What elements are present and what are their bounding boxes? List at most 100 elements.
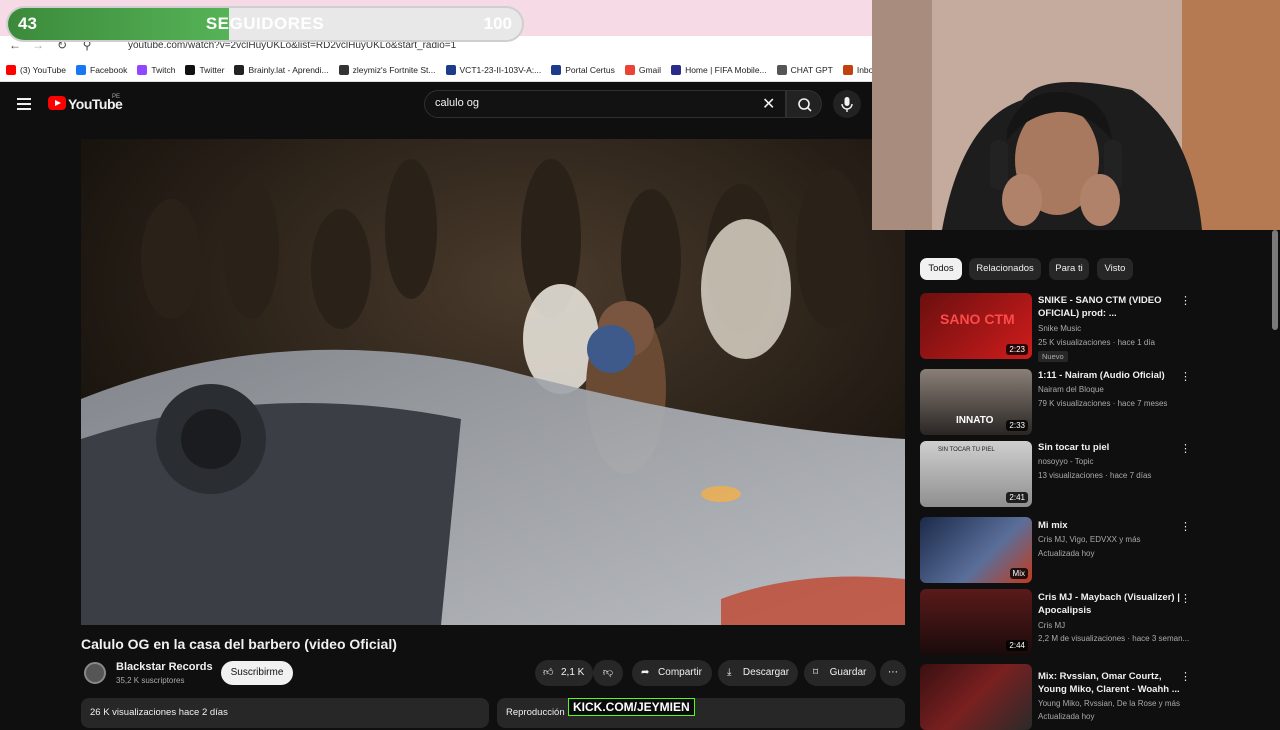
bookmark-label: CHAT GPT xyxy=(790,64,833,75)
download-icon: ⤓ xyxy=(727,667,732,678)
thumbnail-text: SANO CTM xyxy=(940,311,1015,327)
bookmark-item[interactable]: Inbox | Dc xyxy=(842,64,872,75)
voice-search-button[interactable] xyxy=(833,90,861,118)
more-vert-icon[interactable]: ⋮ xyxy=(1180,370,1191,383)
more-actions-button[interactable]: ⋯ xyxy=(880,660,906,686)
share-button[interactable]: ➦ Compartir xyxy=(632,660,712,686)
bookmark-item[interactable]: Facebook xyxy=(76,64,127,75)
kick-overlay: KICK.COM/JEYMIEN xyxy=(568,698,695,716)
more-icon: ⋯ xyxy=(888,667,898,678)
chip-visto[interactable]: Visto xyxy=(1097,258,1133,280)
menu-icon[interactable] xyxy=(17,98,31,110)
save-button[interactable]: ⌑ Guardar xyxy=(804,660,876,686)
related-thumbnail[interactable]: 2:44 xyxy=(920,589,1032,655)
bookmark-favicon-icon xyxy=(338,64,349,75)
bookmark-item[interactable]: Home | FIFA Mobile... xyxy=(671,64,767,75)
follower-count: 43 xyxy=(18,14,37,33)
related-title[interactable]: Cris MJ - Maybach (Visualizer) | Apocali… xyxy=(1038,591,1188,617)
sidebar-scrollbar[interactable] xyxy=(1272,230,1278,330)
related-thumbnail[interactable] xyxy=(920,664,1032,730)
share-label: Compartir xyxy=(658,667,702,678)
bookmark-item[interactable]: (3) YouTube xyxy=(6,64,66,75)
related-thumbnail[interactable]: Mix xyxy=(920,517,1032,583)
video-title: Calulo OG en la casa del barbero (video … xyxy=(81,636,397,652)
related-channel[interactable]: nosoyyo - Topic xyxy=(1038,457,1093,466)
views-and-date: 26 K visualizaciones hace 2 días xyxy=(90,707,228,718)
video-duration: Mix xyxy=(1009,568,1028,579)
related-channel[interactable]: Nairam del Bloque xyxy=(1038,385,1104,394)
related-meta: 79 K visualizaciones · hace 7 meses xyxy=(1038,399,1168,408)
like-icon: 👍︎ xyxy=(543,667,554,678)
webcam-image xyxy=(872,0,1280,230)
bookmark-label: Inbox | Dc xyxy=(856,64,872,75)
related-meta: 25 K visualizaciones · hace 1 día xyxy=(1038,338,1155,347)
related-title[interactable]: Mi mix xyxy=(1038,519,1188,532)
dislike-button[interactable]: 👎︎ xyxy=(593,660,623,686)
bookmark-item[interactable]: Brainly.lat - Aprendi... xyxy=(234,64,329,75)
search-icon xyxy=(798,98,812,112)
related-channel[interactable]: Cris MJ xyxy=(1038,621,1065,630)
bookmark-label: zleymiz's Fortnite St... xyxy=(352,64,436,75)
more-vert-icon[interactable]: ⋮ xyxy=(1180,592,1191,605)
save-label: Guardar xyxy=(829,667,867,678)
video-duration: 2:23 xyxy=(1006,344,1028,355)
bookmark-item[interactable]: Gmail xyxy=(624,64,661,75)
bookmark-favicon-icon xyxy=(776,64,787,75)
chip-relacionados[interactable]: Relacionados xyxy=(969,258,1041,280)
more-vert-icon[interactable]: ⋮ xyxy=(1180,520,1191,533)
related-channel[interactable]: Cris MJ, Vigo, EDVXX y más xyxy=(1038,535,1141,544)
bookmark-label: Portal Certus xyxy=(565,64,615,75)
bookmark-favicon-icon xyxy=(137,64,148,75)
chip-para-ti[interactable]: Para ti xyxy=(1049,258,1089,280)
related-title[interactable]: Mix: Rvssian, Omar Courtz, Young Miko, C… xyxy=(1038,670,1188,696)
follower-goal-bar: SEGUIDORES 43 100 xyxy=(6,6,524,42)
bookmark-favicon-icon xyxy=(76,64,86,75)
video-player[interactable] xyxy=(81,139,905,625)
youtube-logo-icon[interactable] xyxy=(48,96,66,110)
bookmark-item[interactable]: Portal Certus xyxy=(551,64,615,75)
bookmark-item[interactable]: CHAT GPT xyxy=(776,64,833,75)
video-frame xyxy=(81,139,905,625)
like-button[interactable]: 👍︎ 2,1 K xyxy=(535,660,593,686)
search-value[interactable]: calulo og xyxy=(435,97,479,109)
search-button[interactable] xyxy=(786,90,822,118)
related-thumbnail[interactable]: INNATO 2:33 xyxy=(920,369,1032,435)
chip-todos[interactable]: Todos xyxy=(920,258,962,280)
bookmark-item[interactable]: zleymiz's Fortnite St... xyxy=(338,64,436,75)
related-title[interactable]: SNIKE - SANO CTM (VIDEO OFICIAL) prod: .… xyxy=(1038,294,1188,320)
related-title[interactable]: 1:11 - Nairam (Audio Oficial) xyxy=(1038,369,1188,382)
related-thumbnail[interactable]: SIN TOCAR TU PIEL 2:41 xyxy=(920,441,1032,507)
download-button[interactable]: ⤓ Descargar xyxy=(718,660,798,686)
bookmark-item[interactable]: VCT1-23-II-103V-A:... xyxy=(445,64,541,75)
follower-goal: 100 xyxy=(483,14,512,33)
subscribe-button[interactable]: Suscribirme xyxy=(221,661,293,685)
comments-preview: Reproducción xyxy=(506,707,565,718)
video-duration: 2:41 xyxy=(1006,492,1028,503)
bookmarks-bar: (3) YouTube Facebook Twitch Twitter Brainly.… xyxy=(0,58,872,82)
video-duration: 2:44 xyxy=(1006,640,1028,651)
more-vert-icon[interactable]: ⋮ xyxy=(1180,442,1191,455)
clear-search-icon[interactable]: ✕ xyxy=(762,94,775,114)
thumbnail-text: INNATO xyxy=(956,415,994,426)
country-code: PE xyxy=(112,94,121,100)
related-meta: 2,2 M de visualizaciones · hace 3 seman.… xyxy=(1038,634,1190,643)
bookmark-item[interactable]: Twitter xyxy=(185,64,224,75)
bookmark-label: Home | FIFA Mobile... xyxy=(685,64,767,75)
related-title[interactable]: Sin tocar tu piel xyxy=(1038,441,1188,454)
bookmark-item[interactable]: Twitch xyxy=(137,64,175,75)
streamer-webcam xyxy=(872,0,1280,230)
subscriber-count: 35,2 K suscriptores xyxy=(116,676,185,685)
channel-name[interactable]: Blackstar Records xyxy=(116,661,213,673)
related-thumbnail[interactable]: SANO CTM 2:23 xyxy=(920,293,1032,359)
related-channel[interactable]: Young Miko, Rvssian, De la Rose y más xyxy=(1038,699,1180,708)
channel-avatar[interactable] xyxy=(84,662,106,684)
bookmark-favicon-icon xyxy=(551,64,562,75)
video-duration: 2:33 xyxy=(1006,420,1028,431)
related-meta: Actualizada hoy xyxy=(1038,549,1095,558)
related-channel[interactable]: Snike Music xyxy=(1038,324,1081,333)
bookmark-icon: ⌑ xyxy=(813,667,819,678)
more-vert-icon[interactable]: ⋮ xyxy=(1180,294,1191,307)
like-count: 2,1 K xyxy=(561,667,585,678)
thumbnail-text: SIN TOCAR TU PIEL xyxy=(938,447,995,453)
more-vert-icon[interactable]: ⋮ xyxy=(1180,670,1191,683)
